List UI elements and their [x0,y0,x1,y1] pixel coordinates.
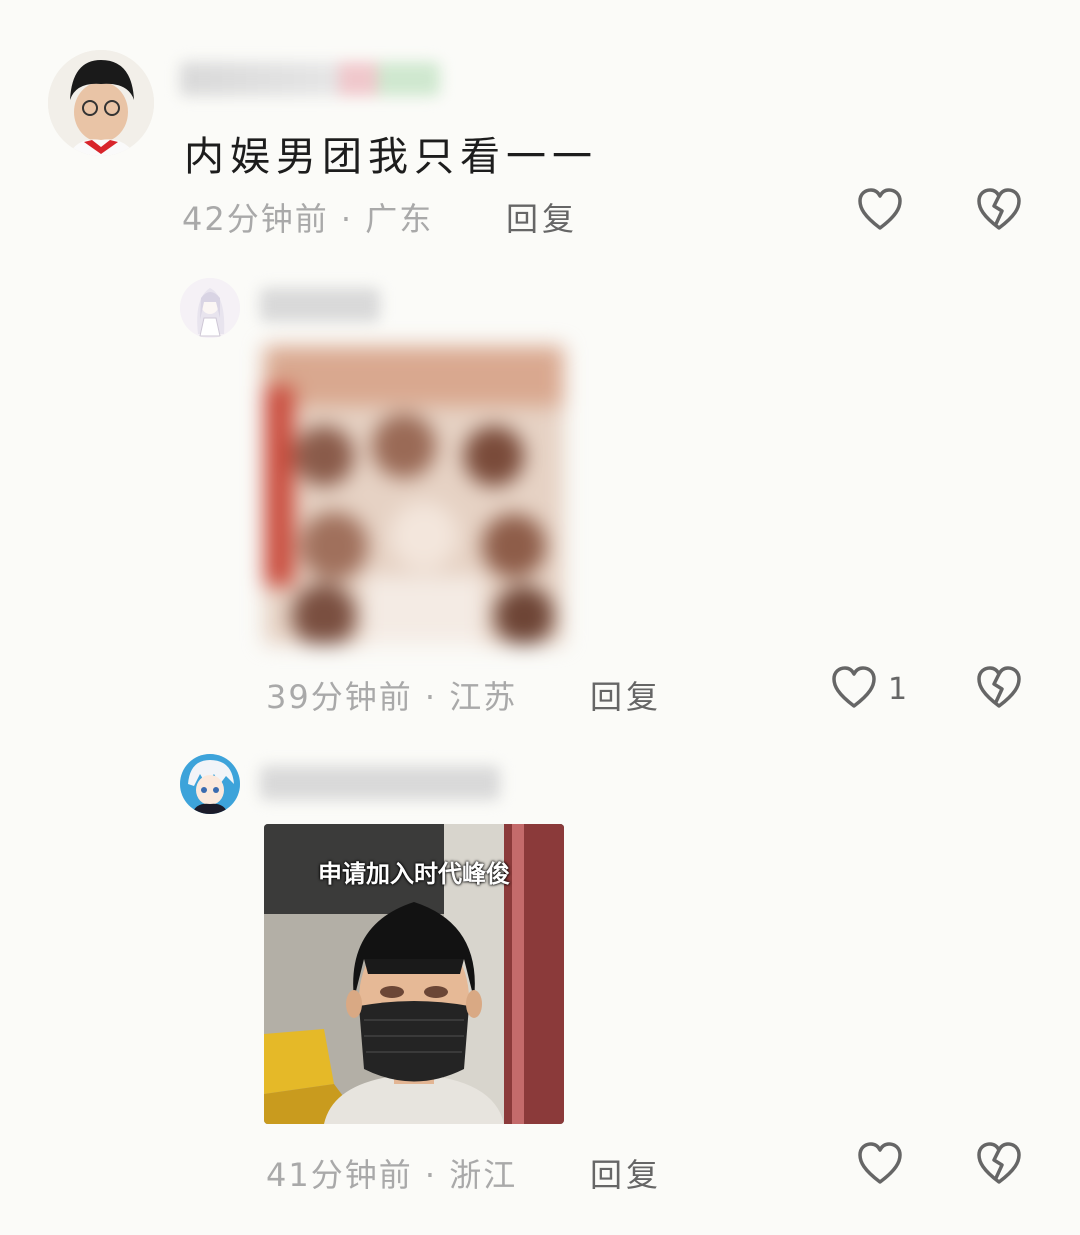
avatar[interactable] [48,50,154,156]
comment-meta: 41分钟前 · 浙江 [266,1150,517,1196]
avatar-image [180,278,240,338]
timestamp: 42分钟前 [182,200,329,238]
avatar-image [48,50,154,156]
location: 江苏 [449,678,518,716]
broken-heart-icon [977,666,1021,708]
reply-button[interactable]: 回复 [590,672,662,718]
broken-heart-icon [977,188,1021,230]
like-button[interactable] [856,186,904,234]
avatar[interactable] [180,754,240,814]
comment-text: 内娱男团我只看一一 [184,134,598,180]
comment-image[interactable] [264,346,564,644]
broken-heart-icon [977,1142,1021,1184]
heart-outline-icon [858,1142,902,1184]
timestamp: 39分钟前 [266,678,413,716]
like-button[interactable] [856,1140,904,1188]
dislike-button[interactable] [975,186,1023,234]
dislike-button[interactable] [975,1140,1023,1188]
location: 浙江 [449,1156,518,1194]
heart-outline-icon [858,188,902,230]
separator: · [340,200,354,238]
comment-meta: 42分钟前 · 广东 [182,194,433,240]
reply-button[interactable]: 回复 [506,194,578,240]
reply-button[interactable]: 回复 [590,1150,662,1196]
comment-meta: 39分钟前 · 江苏 [266,672,517,718]
separator: · [424,678,438,716]
separator: · [424,1156,438,1194]
comment-image[interactable]: 申请加入时代峰俊 [264,824,564,1124]
blurred-photo [264,346,564,644]
username-redacted[interactable] [260,288,380,322]
like-count: 1 [888,672,908,707]
like-button[interactable] [830,664,878,712]
location: 广东 [365,200,434,238]
timestamp: 41分钟前 [266,1156,413,1194]
username-redacted[interactable] [180,62,440,96]
avatar-image [180,754,240,814]
username-redacted[interactable] [260,766,500,800]
dislike-button[interactable] [975,664,1023,712]
heart-outline-icon [832,666,876,708]
image-caption: 申请加入时代峰俊 [318,860,510,888]
avatar[interactable] [180,278,240,338]
